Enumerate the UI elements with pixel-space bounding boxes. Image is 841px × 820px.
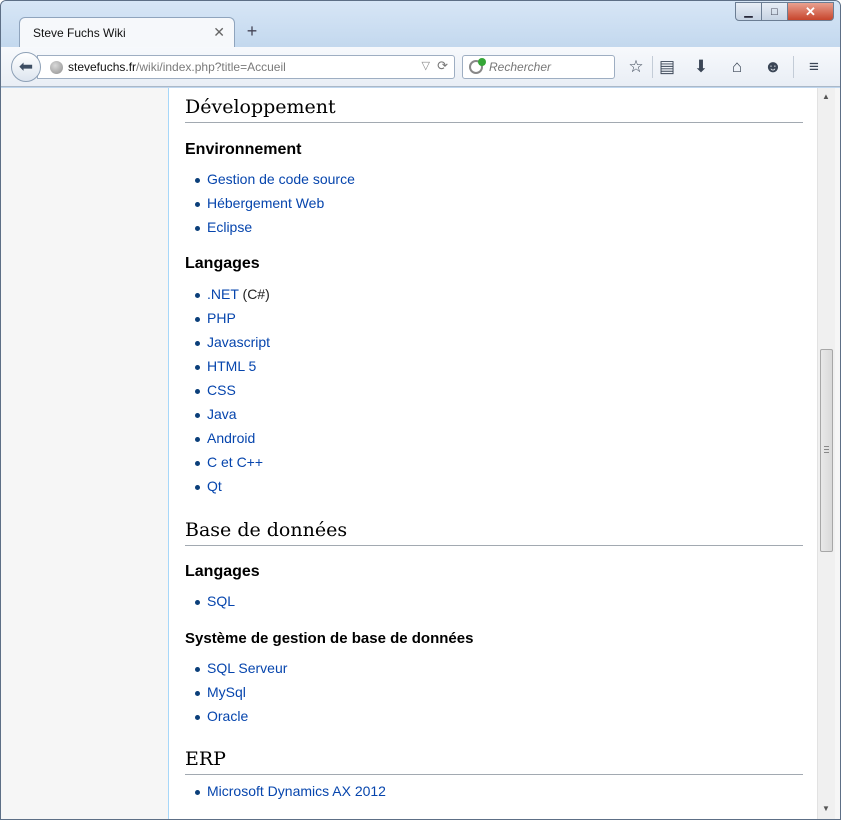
list-item: Android	[195, 426, 803, 450]
hello-icon[interactable]: ☻	[762, 56, 784, 78]
dotnet-suffix: (C#)	[238, 286, 270, 302]
list-db-langages: SQL	[185, 589, 803, 613]
list-item: Eclipse	[195, 215, 803, 239]
list-item: Gestion de code source	[195, 167, 803, 191]
link-javascript[interactable]: Javascript	[207, 334, 270, 350]
section-heading-erp: ERP	[185, 746, 803, 775]
wiki-content: Développement Environnement Gestion de c…	[185, 88, 803, 803]
link-dynamics-ax[interactable]: Microsoft Dynamics AX 2012	[207, 783, 386, 799]
url-bar[interactable]: stevefuchs.fr/wiki/index.php?title=Accue…	[37, 55, 455, 79]
list-item: HTML 5	[195, 354, 803, 378]
toolbar-separator	[793, 56, 794, 78]
close-window-button[interactable]: ✕	[788, 2, 834, 21]
scroll-down-arrow-icon[interactable]: ▼	[822, 804, 830, 813]
tab-active[interactable]: Steve Fuchs Wiki ✕	[19, 17, 235, 47]
maximize-button[interactable]: □	[762, 2, 788, 21]
navigation-bar: stevefuchs.fr/wiki/index.php?title=Accue…	[1, 47, 840, 87]
list-erp: Microsoft Dynamics AX 2012	[185, 779, 803, 803]
tab-close-icon[interactable]: ✕	[213, 24, 225, 41]
link-sql-serveur[interactable]: SQL Serveur	[207, 660, 287, 676]
subheading-langages: Langages	[185, 255, 260, 272]
link-qt[interactable]: Qt	[207, 478, 222, 494]
list-item: Qt	[195, 474, 803, 498]
download-icon[interactable]: ⬇	[690, 56, 712, 78]
list-item: PHP	[195, 306, 803, 330]
menu-icon[interactable]: ≡	[803, 56, 825, 78]
list-sgbd: SQL Serveur MySql Oracle	[185, 656, 803, 728]
home-icon[interactable]: ⌂	[726, 56, 748, 78]
vertical-scrollbar[interactable]: ▲ ▼	[817, 88, 835, 819]
title-bar: Steve Fuchs Wiki ✕ + ▁ □ ✕	[1, 1, 840, 47]
link-php[interactable]: PHP	[207, 310, 236, 326]
search-placeholder: Rechercher	[489, 60, 552, 74]
subheading-sgbd: Système de gestion de base de données	[185, 630, 474, 647]
wiki-page: Développement Environnement Gestion de c…	[168, 88, 817, 819]
list-item: Javascript	[195, 330, 803, 354]
list-item: SQL Serveur	[195, 656, 803, 680]
history-dropdown-icon[interactable]: ▽	[422, 59, 430, 72]
url-domain: stevefuchs.fr	[68, 60, 137, 74]
link-hebergement-web[interactable]: Hébergement Web	[207, 195, 324, 211]
url-path: /wiki/index.php?title=Accueil	[136, 60, 286, 74]
reading-list-icon[interactable]: ▤	[656, 56, 678, 78]
link-eclipse[interactable]: Eclipse	[207, 219, 252, 235]
link-dotnet[interactable]: .NET	[207, 286, 239, 302]
window-controls: ▁ □ ✕	[735, 2, 834, 21]
link-html5[interactable]: HTML 5	[207, 358, 256, 374]
back-arrow-icon: ⬅	[18, 57, 34, 76]
globe-icon	[50, 61, 63, 74]
link-mysql[interactable]: MySql	[207, 684, 246, 700]
browser-window: Steve Fuchs Wiki ✕ + ▁ □ ✕ stevefuchs.fr…	[0, 0, 841, 820]
new-tab-button[interactable]: +	[243, 21, 261, 42]
content-area: Développement Environnement Gestion de c…	[1, 88, 840, 819]
list-item: Microsoft Dynamics AX 2012	[195, 779, 803, 803]
list-langages: .NET (C#) PHP Javascript HTML 5 CSS Java…	[185, 282, 803, 498]
list-item: .NET (C#)	[195, 282, 803, 306]
list-item: Oracle	[195, 704, 803, 728]
link-css[interactable]: CSS	[207, 382, 236, 398]
list-environnement: Gestion de code source Hébergement Web E…	[185, 167, 803, 239]
list-item: Hébergement Web	[195, 191, 803, 215]
reload-icon[interactable]: ⟳	[437, 58, 448, 74]
list-item: SQL	[195, 589, 803, 613]
section-heading-developpement: Développement	[185, 94, 803, 123]
list-item: CSS	[195, 378, 803, 402]
link-android[interactable]: Android	[207, 430, 255, 446]
scrollbar-thumb[interactable]	[820, 349, 833, 552]
toolbar-separator	[652, 56, 653, 78]
minimize-button[interactable]: ▁	[735, 2, 762, 21]
wiki-sidebar	[1, 88, 168, 819]
scroll-up-arrow-icon[interactable]: ▲	[822, 92, 830, 101]
list-item: Java	[195, 402, 803, 426]
link-c-cpp[interactable]: C et C++	[207, 454, 263, 470]
list-item: MySql	[195, 680, 803, 704]
tab-title: Steve Fuchs Wiki	[33, 26, 126, 40]
link-oracle[interactable]: Oracle	[207, 708, 248, 724]
search-input[interactable]: Rechercher	[462, 55, 615, 79]
subheading-environnement: Environnement	[185, 141, 302, 158]
search-engine-icon[interactable]	[469, 58, 486, 74]
section-heading-base-de-donnees: Base de données	[185, 517, 803, 546]
back-button[interactable]: ⬅	[11, 52, 41, 82]
list-item: C et C++	[195, 450, 803, 474]
scrollbar-grip-icon	[824, 446, 829, 453]
link-gestion-code-source[interactable]: Gestion de code source	[207, 171, 355, 187]
link-java[interactable]: Java	[207, 406, 237, 422]
link-sql[interactable]: SQL	[207, 593, 235, 609]
star-icon[interactable]: ☆	[625, 56, 647, 78]
subheading-db-langages: Langages	[185, 563, 260, 580]
